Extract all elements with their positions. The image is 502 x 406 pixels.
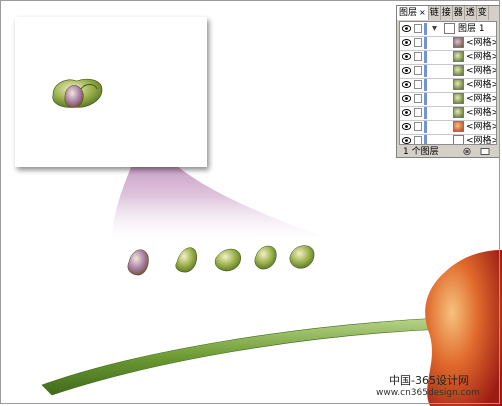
lock-toggle[interactable] xyxy=(414,94,422,103)
mesh-thumbnail xyxy=(453,65,464,76)
sublayer-row[interactable]: <网格> xyxy=(400,134,497,145)
chevron-down-icon[interactable] xyxy=(431,24,438,33)
eye-icon[interactable] xyxy=(402,81,411,88)
sublayer-name: <网格> xyxy=(466,38,497,48)
tab-transparency[interactable]: 透 xyxy=(465,6,477,20)
mesh-thumbnail xyxy=(453,79,464,90)
sublayer-row[interactable]: <网格> xyxy=(400,92,496,107)
eye-icon[interactable] xyxy=(402,137,411,144)
lock-toggle[interactable] xyxy=(414,136,422,144)
layer-color-bar xyxy=(424,135,427,144)
sublayer-name: <网格> xyxy=(466,122,497,132)
tab-label: 变 xyxy=(477,8,487,18)
eye-icon[interactable] xyxy=(402,95,411,102)
tab-links[interactable]: 链 xyxy=(429,6,441,20)
panel-tabs: 图层 × 链 接 器 透 变 xyxy=(397,6,499,20)
eye-icon[interactable] xyxy=(402,67,411,74)
layer-count: 1 个图层 xyxy=(403,147,439,157)
layer-color-bar xyxy=(424,79,427,91)
layer-color-bar xyxy=(424,51,427,63)
preview-card xyxy=(15,17,207,167)
new-layer-icon[interactable] xyxy=(479,147,491,156)
layers-list: 图层 1 <网格> <网格> <网格> <网格> <网格> <网格> <网格> … xyxy=(399,21,497,145)
sublayer-name: <网格> xyxy=(466,94,497,104)
eye-icon[interactable] xyxy=(402,53,411,60)
lock-toggle[interactable] xyxy=(414,108,422,117)
watermark-url: www.cn365design.com xyxy=(376,388,480,398)
assembled-petals xyxy=(52,78,103,108)
tab-tool[interactable]: 器 xyxy=(453,6,465,20)
eye-icon[interactable] xyxy=(402,25,411,32)
layer-name: 图层 1 xyxy=(458,24,485,34)
sublayer-name: <网格> xyxy=(466,80,497,90)
tab-transform[interactable]: 变 xyxy=(477,6,489,20)
tab-label: 链 xyxy=(429,8,439,18)
mesh-thumbnail xyxy=(453,37,464,48)
tulip-stem xyxy=(41,317,446,396)
lock-toggle[interactable] xyxy=(414,38,422,47)
tab-layers[interactable]: 图层 × xyxy=(397,6,429,20)
eye-icon[interactable] xyxy=(402,39,411,46)
layer-color-bar xyxy=(424,121,427,133)
sublayer-row[interactable]: <网格> xyxy=(400,106,496,121)
layer-thumbnail xyxy=(444,23,455,34)
layer-color-bar xyxy=(424,37,427,49)
mesh-thumbnail xyxy=(453,121,464,132)
sublayer-row[interactable]: <网格> xyxy=(400,50,496,65)
watermark-title: 中国-365设计网 xyxy=(389,374,469,387)
sublayer-name: <网格> xyxy=(466,66,497,76)
close-icon[interactable]: × xyxy=(419,8,426,17)
layer-color-bar xyxy=(424,93,427,105)
layer-color-bar xyxy=(424,23,427,35)
tab-label: 器 xyxy=(453,8,463,18)
tab-connect[interactable]: 接 xyxy=(441,6,453,20)
eye-icon[interactable] xyxy=(402,109,411,116)
sublayer-row[interactable]: <网格> xyxy=(400,36,496,51)
eye-icon[interactable] xyxy=(402,123,411,130)
layer-color-bar xyxy=(424,65,427,77)
sublayer-name: <网格> xyxy=(466,136,497,145)
lock-toggle[interactable] xyxy=(414,52,422,61)
sublayer-name: <网格> xyxy=(466,108,497,118)
lock-toggle[interactable] xyxy=(414,24,422,33)
layer-color-bar xyxy=(424,107,427,119)
mesh-thumbnail xyxy=(453,93,464,104)
layers-panel: 图层 × 链 接 器 透 变 图层 1 <网格> <网格> <网格> <网格> … xyxy=(396,5,500,158)
lock-toggle[interactable] xyxy=(414,122,422,131)
petal-row xyxy=(127,245,315,276)
sublayer-row[interactable]: <网格> xyxy=(400,78,496,93)
lock-toggle[interactable] xyxy=(414,66,422,75)
make-clipping-mask-icon[interactable] xyxy=(461,147,473,156)
panel-footer: 1 个图层 xyxy=(399,147,497,157)
tab-label: 图层 xyxy=(399,8,418,18)
mesh-thumbnail xyxy=(453,135,464,144)
tab-label: 接 xyxy=(441,8,451,18)
layer-row[interactable]: 图层 1 xyxy=(400,22,496,37)
mesh-thumbnail xyxy=(453,107,464,118)
mesh-thumbnail xyxy=(453,51,464,62)
tab-label: 透 xyxy=(465,8,475,18)
sublayer-name: <网格> xyxy=(466,52,497,62)
lock-toggle[interactable] xyxy=(414,80,422,89)
sublayer-row[interactable]: <网格> xyxy=(400,120,496,135)
sublayer-row[interactable]: <网格> xyxy=(400,64,496,79)
